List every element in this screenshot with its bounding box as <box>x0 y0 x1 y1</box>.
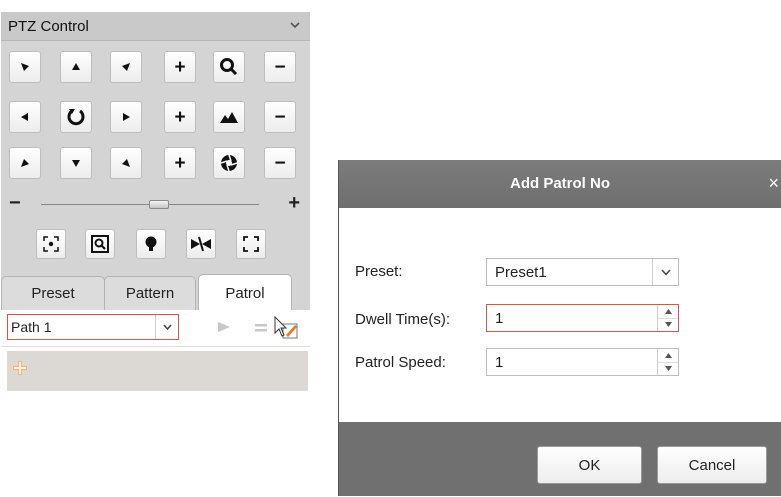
arrow-up-icon <box>72 63 80 70</box>
spin-control <box>657 349 678 375</box>
zoom-in-button[interactable]: + <box>164 51 196 83</box>
pan-right-button[interactable] <box>110 101 142 133</box>
spin-control <box>657 305 678 331</box>
focus-far-button[interactable]: − <box>264 101 296 133</box>
zoom-button[interactable] <box>213 51 245 83</box>
speed-increase-icon[interactable]: + <box>288 192 300 215</box>
pan-down-right-button[interactable] <box>110 147 142 179</box>
patrol-speed-label: Patrol Speed: <box>355 354 446 371</box>
zoom-out-button[interactable]: − <box>264 51 296 83</box>
focus-frame-icon <box>243 236 259 252</box>
preset-select-value: Preset1 <box>495 264 547 281</box>
light-button[interactable] <box>136 229 166 259</box>
pan-up-right-button[interactable] <box>110 51 142 83</box>
arrow-left-icon <box>21 113 28 121</box>
spin-up-icon[interactable] <box>658 349 678 363</box>
arrow-up-right-icon <box>122 63 130 71</box>
ok-button-label: OK <box>578 456 601 474</box>
patrol-list-header <box>7 351 308 391</box>
spin-down-icon[interactable] <box>658 362 678 375</box>
iris-close-button[interactable]: − <box>264 147 296 179</box>
iris-open-button[interactable]: + <box>164 147 196 179</box>
stop-icon[interactable] <box>255 324 267 332</box>
spin-up-icon[interactable] <box>658 305 678 319</box>
dwell-time-stepper[interactable]: 1 <box>486 304 679 332</box>
zoom-window-icon <box>91 235 109 253</box>
arrow-down-left-icon <box>21 159 29 167</box>
pan-down-button[interactable] <box>60 147 92 179</box>
cancel-button[interactable]: Cancel <box>657 446 767 484</box>
pan-left-button[interactable] <box>9 101 41 133</box>
magnifier-icon <box>220 58 238 76</box>
minus-icon: − <box>274 152 286 174</box>
dialog-titlebar[interactable]: Add Patrol No × <box>339 160 781 208</box>
light-bulb-icon <box>145 236 157 251</box>
play-icon[interactable] <box>217 320 231 334</box>
chevron-down-icon[interactable] <box>652 259 678 285</box>
arrow-up-left-icon <box>21 63 29 71</box>
patrol-speed-value: 1 <box>495 354 504 371</box>
speed-slider-thumb[interactable] <box>149 200 169 209</box>
auto-rotate-button[interactable] <box>60 101 92 133</box>
patrol-list <box>1 346 310 497</box>
minus-icon: − <box>274 106 286 128</box>
path-select[interactable]: Path 1 <box>7 314 179 340</box>
add-patrol-dialog: Add Patrol No × Preset: Preset1 Dwell Ti… <box>338 160 781 496</box>
minus-icon: − <box>274 56 286 78</box>
arrow-down-icon <box>72 160 80 167</box>
tab-preset[interactable]: Preset <box>1 276 105 310</box>
iris-icon <box>220 154 238 172</box>
tab-pattern[interactable]: Pattern <box>104 276 196 310</box>
ptz-control-panel: PTZ Control + − + − + − − + Preset Patte… <box>0 0 312 497</box>
ptz-header[interactable]: PTZ Control <box>1 12 310 41</box>
tab-patrol[interactable]: Patrol <box>198 274 292 311</box>
focus-button[interactable] <box>213 101 245 133</box>
dialog-title: Add Patrol No <box>510 175 610 192</box>
speed-decrease-icon[interactable]: − <box>9 192 21 215</box>
spin-down-icon[interactable] <box>658 318 678 331</box>
tab-label: Patrol <box>225 284 265 302</box>
close-icon[interactable]: × <box>768 173 779 194</box>
speed-slider-row: − + <box>1 190 310 218</box>
dwell-time-label: Dwell Time(s): <box>355 311 451 328</box>
iris-button[interactable] <box>213 147 245 179</box>
pan-up-left-button[interactable] <box>9 51 41 83</box>
arrow-down-right-icon <box>122 159 130 167</box>
dialog-footer: OK Cancel <box>339 422 781 496</box>
focus-frame-button[interactable] <box>236 229 266 259</box>
pan-down-left-button[interactable] <box>9 147 41 179</box>
plus-icon: + <box>174 106 186 128</box>
path-select-value: Path 1 <box>11 319 52 335</box>
cancel-button-label: Cancel <box>688 456 736 474</box>
patrol-path-row: Path 1 <box>1 310 310 346</box>
preset-label: Preset: <box>355 263 403 280</box>
3d-positioning-button[interactable] <box>36 229 66 259</box>
ptz-title: PTZ Control <box>8 18 89 35</box>
mountain-icon <box>220 112 238 123</box>
arrow-right-icon <box>123 113 130 121</box>
tab-label: Preset <box>31 285 75 302</box>
rotate-icon <box>67 109 85 126</box>
wiper-button[interactable] <box>186 229 216 259</box>
wiper-icon <box>191 236 211 252</box>
tab-label: Pattern <box>125 285 175 302</box>
add-icon[interactable] <box>13 361 27 375</box>
dwell-time-value: 1 <box>495 310 504 327</box>
plus-icon: + <box>174 56 186 78</box>
edit-icon[interactable] <box>273 316 301 342</box>
focus-near-button[interactable]: + <box>164 101 196 133</box>
zoom-window-button[interactable] <box>85 229 115 259</box>
ok-button[interactable]: OK <box>537 446 642 484</box>
plus-icon: + <box>174 152 186 174</box>
preset-select[interactable]: Preset1 <box>486 258 679 286</box>
patrol-speed-stepper[interactable]: 1 <box>486 348 679 376</box>
pan-up-button[interactable] <box>60 51 92 83</box>
chevron-down-icon[interactable] <box>290 20 300 30</box>
3d-positioning-icon <box>43 236 59 252</box>
chevron-down-icon[interactable] <box>155 315 178 339</box>
